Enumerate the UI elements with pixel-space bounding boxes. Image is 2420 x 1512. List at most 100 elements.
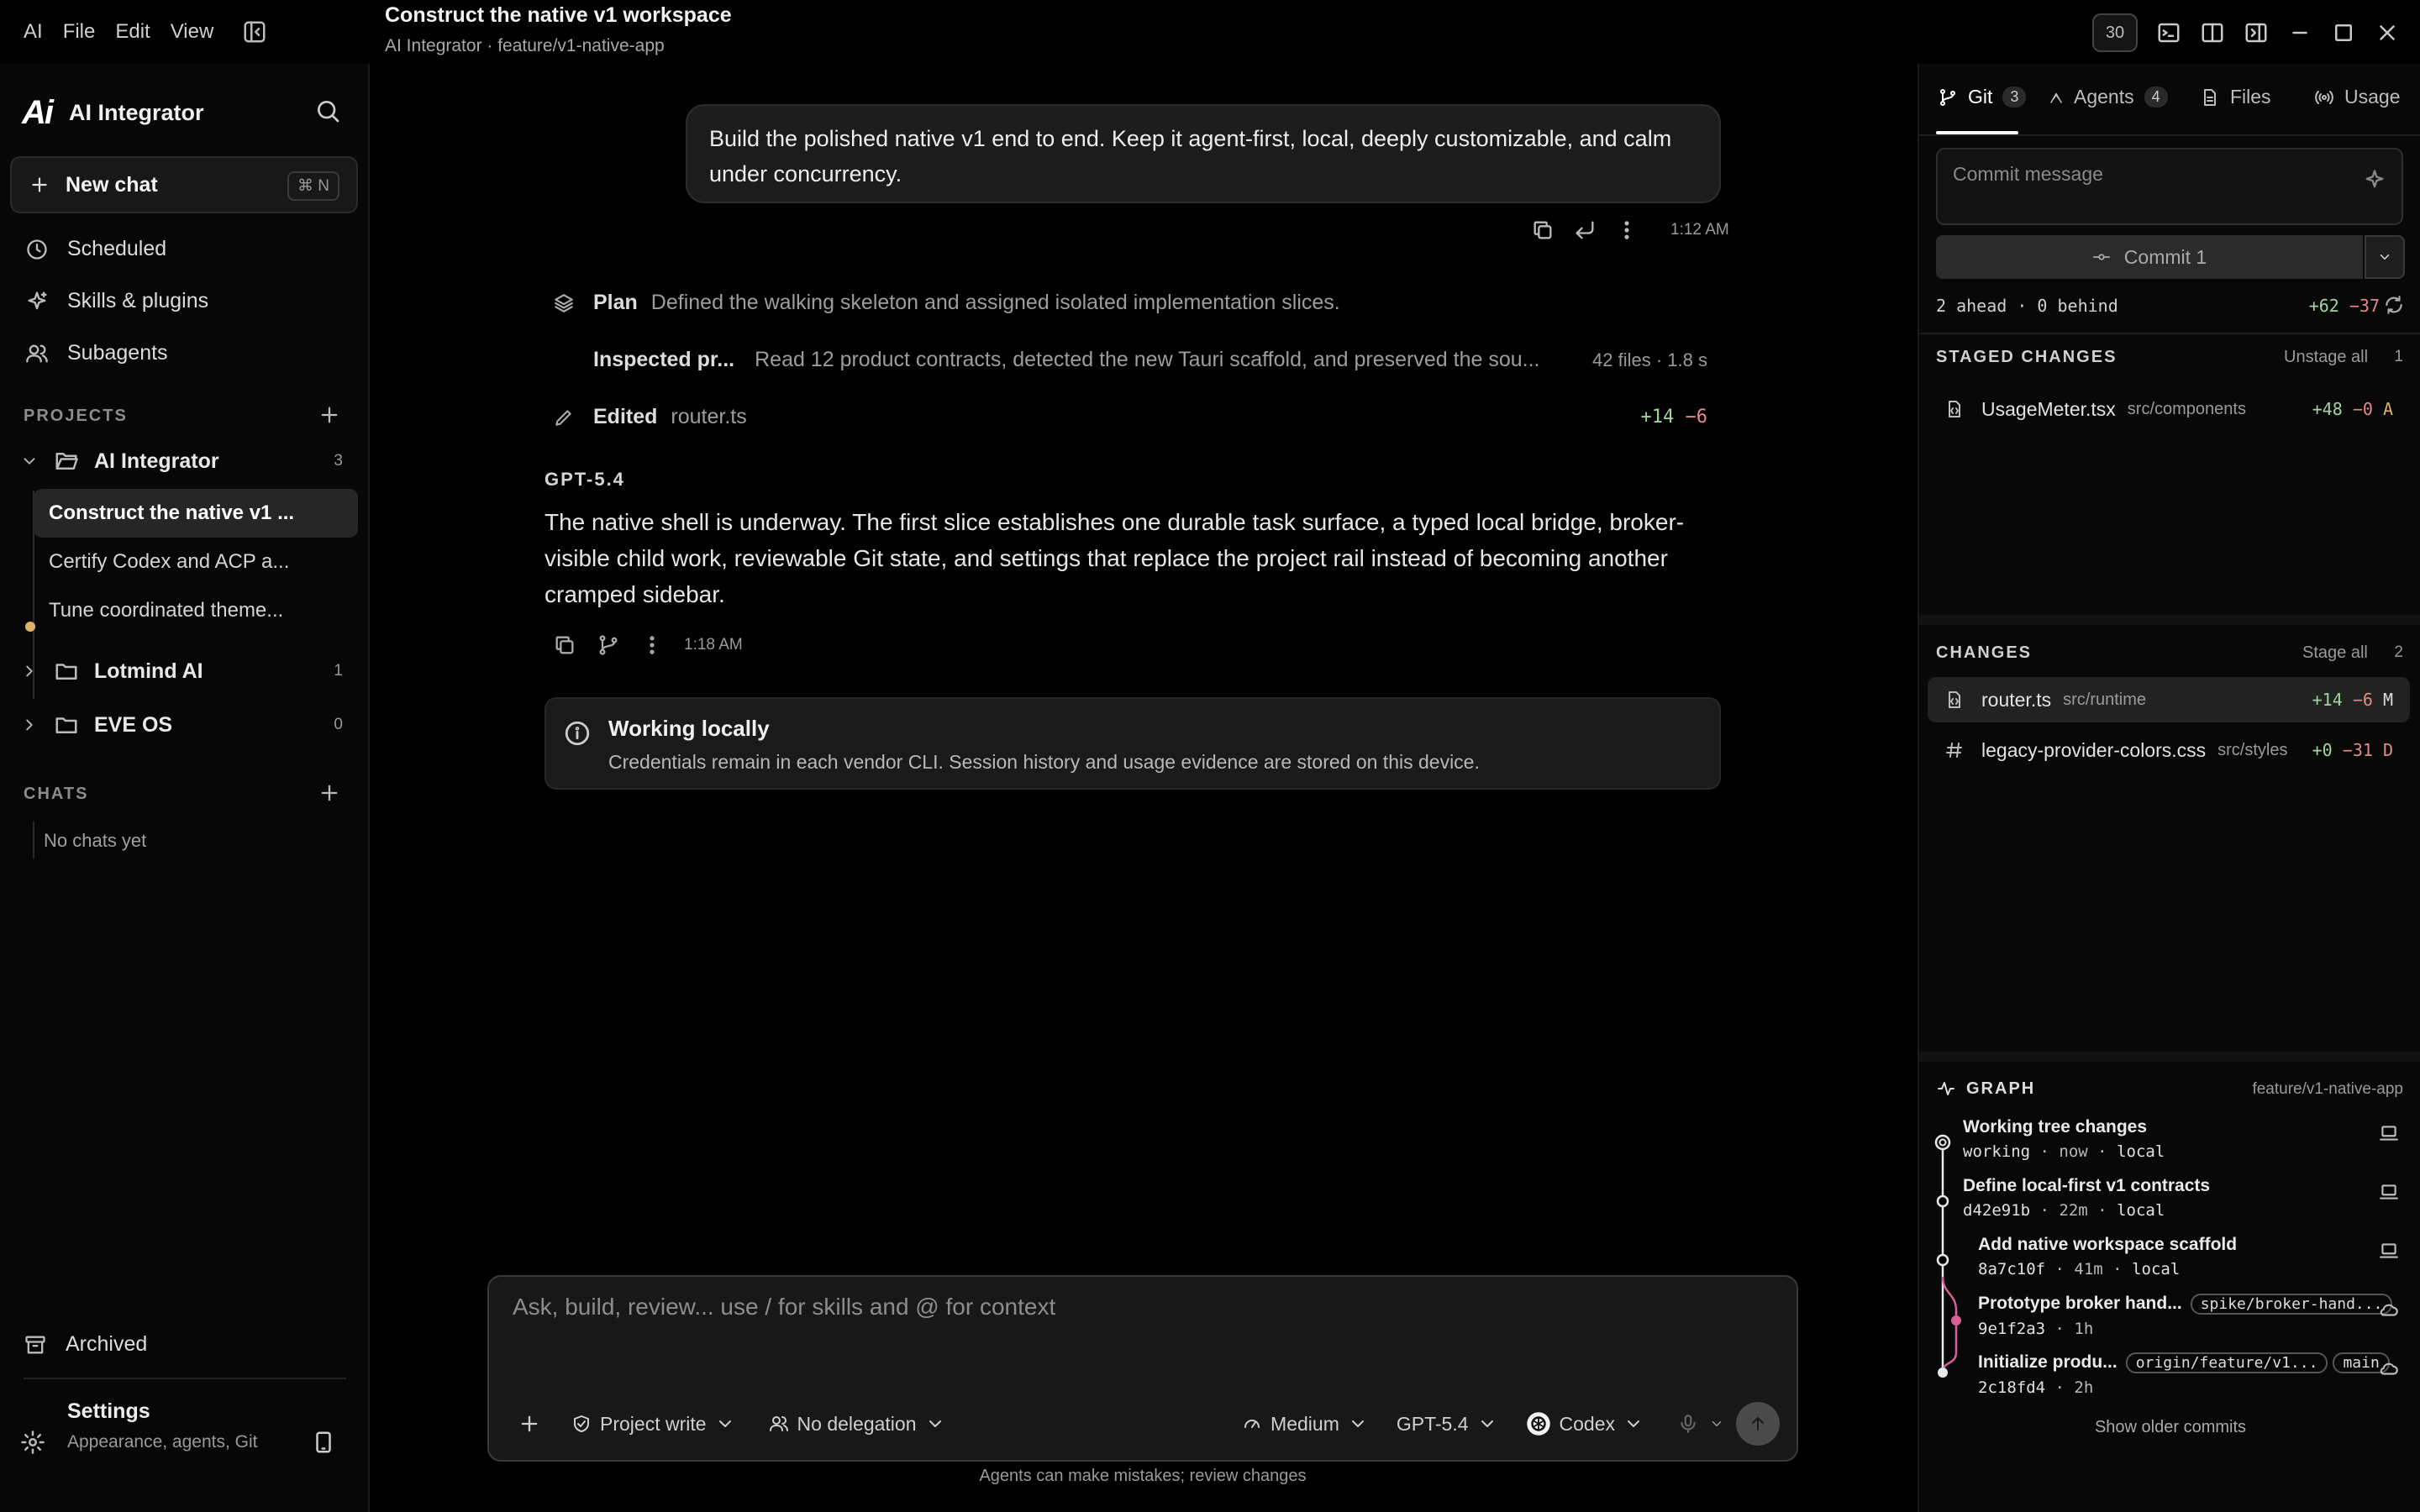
laptop-icon <box>2380 1126 2398 1141</box>
git-branch-icon <box>1940 88 1955 106</box>
thread-item-tune[interactable]: Tune coordinated theme... <box>34 586 358 635</box>
model-select[interactable]: GPT-5.4 <box>1397 1413 1497 1436</box>
step-plan[interactable]: Plan Defined the walking skeleton and as… <box>553 291 1340 315</box>
diff-added: +48 <box>2312 399 2343 419</box>
changes-count: 2 <box>2394 643 2403 661</box>
tab-files[interactable]: Files <box>2200 86 2271 108</box>
collapse-sidebar-icon[interactable] <box>242 19 267 45</box>
file-status: D <box>2382 740 2393 760</box>
project-lotmind[interactable]: Lotmind AI 1 <box>20 659 343 684</box>
divider <box>1919 333 2420 334</box>
attach-plus-icon[interactable] <box>518 1412 541 1436</box>
commit-row[interactable]: Initialize produ... origin/feature/v1... m… <box>1978 1352 2400 1397</box>
disclaimer: Agents can make mistakes; review changes <box>979 1467 1307 1485</box>
sidebar-item-archived[interactable]: Archived <box>24 1332 147 1357</box>
commit-location: local <box>2132 1260 2181 1278</box>
commit-hash: 2c18fd4 <box>1978 1378 2046 1397</box>
diff-added: +62 <box>2308 296 2339 316</box>
chevron-down-icon[interactable] <box>1709 1416 1724 1431</box>
branch-icon[interactable] <box>597 633 620 657</box>
step-meta: 42 files · 1.8 s <box>1592 349 1707 370</box>
new-chat-button[interactable]: New chat ⌘ N <box>10 156 358 213</box>
copy-icon[interactable] <box>1531 218 1555 242</box>
project-ai-integrator[interactable]: AI Integrator 3 <box>20 449 343 474</box>
microphone-icon[interactable] <box>1677 1413 1699 1435</box>
unstage-all-button[interactable]: Unstage all <box>2284 348 2368 367</box>
ahead-behind: 2 ahead · 0 behind <box>1936 296 2118 316</box>
commit-location: local <box>2117 1142 2165 1161</box>
commit-row[interactable]: Working tree changes working · now · loc… <box>1963 1117 2400 1161</box>
commit-row[interactable]: Prototype broker hand... spike/broker-han… <box>1978 1294 2400 1338</box>
sidebar-item-label: Scheduled <box>67 237 167 260</box>
stage-all-button[interactable]: Stage all <box>2302 643 2368 663</box>
send-button[interactable] <box>1736 1402 1780 1446</box>
add-chat-icon[interactable] <box>318 781 341 805</box>
commit-icon <box>2092 254 2110 260</box>
menu-file[interactable]: File <box>63 20 96 44</box>
copy-icon[interactable] <box>553 633 576 657</box>
commit-title: Add native workspace scaffold <box>1978 1235 2238 1254</box>
graph-header: GRAPH <box>1936 1079 2035 1099</box>
commit-options-button[interactable] <box>2365 235 2405 279</box>
codex-logo-icon <box>1526 1412 1550 1436</box>
projects-section-label: PROJECTS <box>24 407 128 425</box>
permission-select[interactable]: Project write <box>571 1413 735 1436</box>
menu-app-logo[interactable]: AI <box>24 20 43 44</box>
sidebar-item-label: Skills & plugins <box>67 289 209 312</box>
close-icon[interactable] <box>2375 20 2400 45</box>
search-icon[interactable] <box>314 97 341 124</box>
project-name: EVE OS <box>94 712 173 737</box>
project-eve-os[interactable]: EVE OS 0 <box>20 712 343 738</box>
commit-age: 41m <box>2074 1260 2103 1278</box>
commit-hash: working <box>1963 1142 2031 1161</box>
minimize-icon[interactable] <box>2287 20 2312 45</box>
tab-git[interactable]: Git 3 <box>1938 86 2027 108</box>
sparkle-icon[interactable] <box>2363 168 2386 192</box>
show-older-commits-button[interactable]: Show older commits <box>1919 1418 2420 1437</box>
menu-view[interactable]: View <box>171 20 214 44</box>
chevron-down-icon <box>24 458 35 465</box>
context-counter-badge[interactable]: 30 <box>2092 13 2138 52</box>
diff-removed: −0 <box>2352 399 2373 419</box>
sidebar-item-subagents[interactable]: Subagents <box>25 341 168 365</box>
toggle-right-panel-icon[interactable] <box>2244 20 2269 45</box>
more-icon[interactable] <box>1615 218 1639 242</box>
retry-icon[interactable] <box>1573 218 1597 242</box>
tab-agents[interactable]: Agents 4 <box>2049 86 2168 108</box>
changed-file-row[interactable]: legacy-provider-colors.css src/styles +0… <box>1928 727 2410 773</box>
sidebar-item-skills[interactable]: Skills & plugins <box>25 289 208 313</box>
maximize-icon[interactable] <box>2331 20 2356 45</box>
step-inspected[interactable]: Inspected pr... Read 12 product contract… <box>593 348 1707 372</box>
thread-item-certify[interactable]: Certify Codex and ACP a... <box>34 538 358 586</box>
file-status: M <box>2382 690 2393 710</box>
thread-title: Construct the native v1 workspace <box>385 3 732 27</box>
more-icon[interactable] <box>640 633 664 657</box>
laptop-icon <box>2380 1243 2398 1258</box>
delegation-select[interactable]: No delegation <box>769 1413 945 1436</box>
active-tab-indicator <box>1936 131 2018 134</box>
refresh-icon[interactable] <box>2383 294 2405 316</box>
commit-row[interactable]: Define local-first v1 contracts d42e91b … <box>1963 1176 2400 1220</box>
changed-file-row[interactable]: router.ts src/runtime +14 −6 M <box>1928 677 2410 722</box>
agent-select[interactable]: Codex <box>1526 1411 1644 1436</box>
commit-message-input[interactable]: Commit message <box>1936 148 2403 225</box>
effort-select[interactable]: Medium <box>1242 1413 1368 1436</box>
device-icon[interactable] <box>311 1430 336 1455</box>
add-project-icon[interactable] <box>318 403 341 427</box>
split-view-icon[interactable] <box>2200 20 2225 45</box>
new-chat-shortcut: ⌘ N <box>287 171 339 201</box>
staged-file-row[interactable]: UsageMeter.tsx src/components +48 −0 A <box>1928 386 2410 432</box>
commit-row[interactable]: Add native workspace scaffold 8a7c10f · … <box>1978 1235 2400 1278</box>
menu-edit[interactable]: Edit <box>115 20 150 44</box>
sidebar-item-scheduled[interactable]: Scheduled <box>25 237 166 261</box>
file-name: UsageMeter.tsx <box>1981 397 2116 420</box>
arrow-up-icon <box>1752 1417 1764 1431</box>
project-count: 0 <box>334 716 343 733</box>
terminal-icon[interactable] <box>2156 20 2181 45</box>
tree-line <box>33 822 34 858</box>
tab-usage[interactable]: Usage <box>2314 86 2400 108</box>
step-edited[interactable]: Edited router.ts +14 −6 <box>553 405 1707 429</box>
commit-button[interactable]: Commit 1 <box>1936 235 2363 279</box>
composer-input[interactable]: Ask, build, review... use / for skills a… <box>513 1294 1689 1320</box>
thread-item-construct[interactable]: Construct the native v1 ... <box>34 489 358 538</box>
